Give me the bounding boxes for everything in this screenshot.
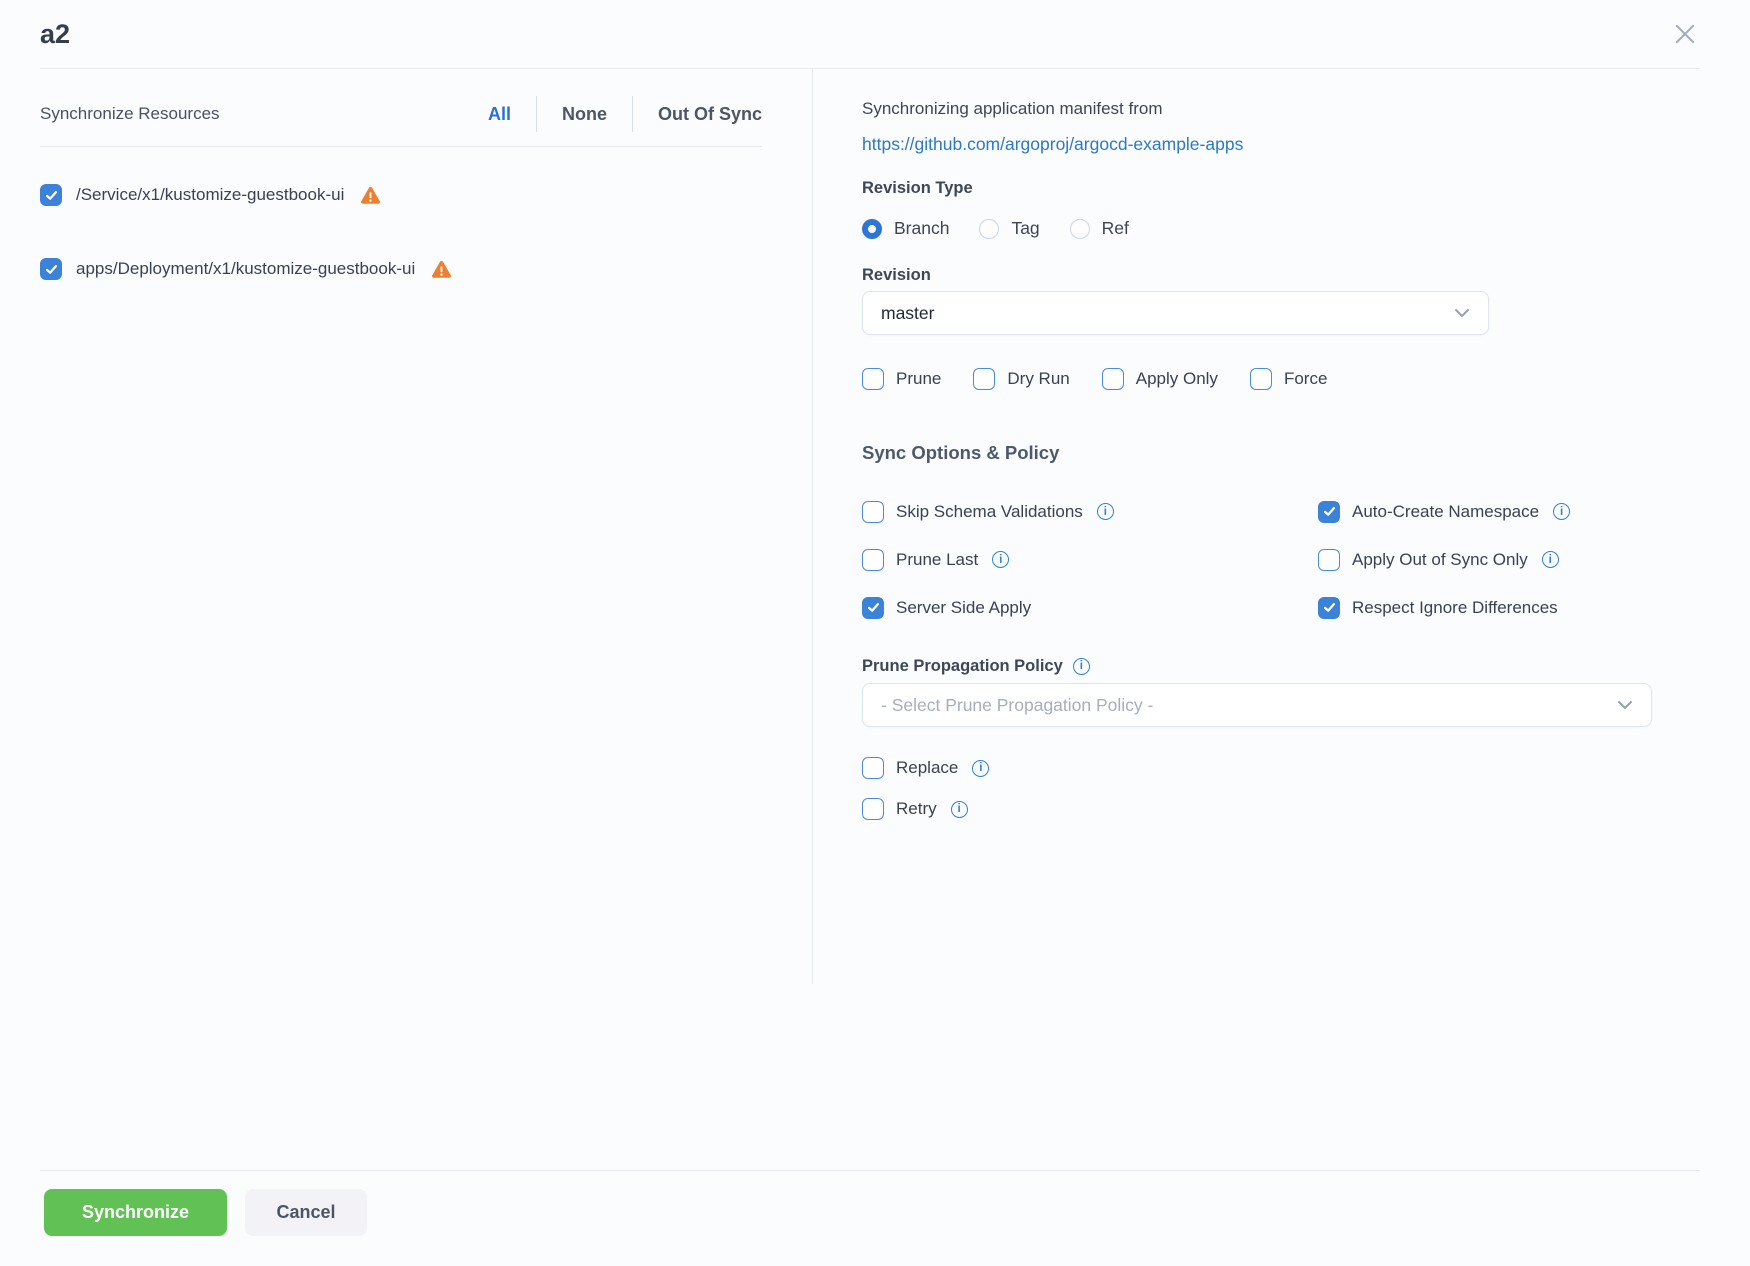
option-respect-ignore-differences[interactable]: Respect Ignore Differences: [1318, 595, 1652, 620]
revision-select[interactable]: master: [862, 291, 1489, 335]
filter-none[interactable]: None: [562, 104, 607, 125]
prune-propagation-policy-label: Prune Propagation Policy: [862, 655, 1063, 677]
chevron-down-icon: [1454, 308, 1470, 318]
resource-filters: All None Out Of Sync: [488, 102, 762, 126]
dialog-title: a2: [40, 14, 70, 54]
dialog-footer: Synchronize Cancel: [40, 1170, 1700, 1266]
warning-icon: [360, 186, 381, 205]
filter-all[interactable]: All: [488, 104, 511, 125]
radio-tag[interactable]: Tag: [979, 218, 1039, 239]
synchronize-resources-label: Synchronize Resources: [40, 104, 220, 124]
checkbox: [1318, 501, 1340, 523]
option-apply-out-of-sync-only[interactable]: Apply Out of Sync Only: [1318, 547, 1652, 572]
close-icon[interactable]: [1670, 19, 1700, 49]
resource-row: /Service/x1/kustomize-guestbook-ui: [40, 184, 762, 206]
flag-force[interactable]: Force: [1250, 368, 1327, 390]
manifest-label: Synchronizing application manifest from: [862, 97, 1652, 121]
revision-select-value: master: [881, 303, 934, 324]
checkbox: [862, 757, 884, 779]
manifest-url-link[interactable]: https://github.com/argoproj/argocd-examp…: [862, 132, 1243, 156]
flag-prune[interactable]: Prune: [862, 368, 941, 390]
prune-propagation-policy-row: Prune Propagation Policy: [862, 655, 1652, 677]
sync-options-grid: Skip Schema Validations Auto-Create Name…: [862, 499, 1652, 620]
radio-ref[interactable]: Ref: [1070, 218, 1129, 239]
checkbox: [973, 368, 995, 390]
radio-icon: [1070, 219, 1090, 239]
flag-apply-only[interactable]: Apply Only: [1102, 368, 1218, 390]
checkbox: [862, 597, 884, 619]
info-icon[interactable]: [1542, 551, 1559, 568]
warning-icon: [431, 260, 452, 279]
resources-panel: Synchronize Resources All None Out Of Sy…: [0, 69, 813, 984]
cancel-button[interactable]: Cancel: [245, 1189, 367, 1236]
resource-checkbox[interactable]: [40, 184, 62, 206]
checkbox: [1318, 549, 1340, 571]
checkbox: [1318, 597, 1340, 619]
resource-row: apps/Deployment/x1/kustomize-guestbook-u…: [40, 258, 762, 280]
info-icon[interactable]: [951, 801, 968, 818]
checkbox: [1250, 368, 1272, 390]
sync-flags: Prune Dry Run Apply Only Force: [862, 368, 1652, 390]
revision-type-options: Branch Tag Ref: [862, 218, 1652, 239]
checkbox: [862, 501, 884, 523]
chevron-down-icon: [1617, 700, 1633, 710]
revision-label: Revision: [862, 264, 1652, 286]
resource-name: apps/Deployment/x1/kustomize-guestbook-u…: [76, 259, 415, 279]
synchronize-button[interactable]: Synchronize: [44, 1189, 227, 1236]
prune-propagation-policy-select[interactable]: - Select Prune Propagation Policy -: [862, 683, 1652, 727]
option-retry[interactable]: Retry: [862, 798, 1652, 820]
info-icon[interactable]: [1553, 503, 1570, 520]
radio-icon: [979, 219, 999, 239]
prune-policy-placeholder: - Select Prune Propagation Policy -: [881, 695, 1153, 716]
sync-dialog: a2 Synchronize Resources All None Out Of…: [0, 0, 1750, 1266]
checkbox: [862, 368, 884, 390]
resource-name: /Service/x1/kustomize-guestbook-ui: [76, 185, 344, 205]
option-auto-create-namespace[interactable]: Auto-Create Namespace: [1318, 499, 1652, 524]
info-icon[interactable]: [992, 551, 1009, 568]
checkbox: [862, 798, 884, 820]
dialog-header: a2: [40, 0, 1700, 69]
radio-icon: [862, 219, 882, 239]
option-skip-schema-validations[interactable]: Skip Schema Validations: [862, 499, 1318, 524]
sync-settings-panel: Synchronizing application manifest from …: [813, 69, 1750, 820]
revision-type-label: Revision Type: [862, 177, 1652, 199]
filter-divider: [632, 96, 633, 132]
dialog-body: Synchronize Resources All None Out Of Sy…: [0, 69, 1750, 1170]
checkbox: [862, 549, 884, 571]
flag-dry-run[interactable]: Dry Run: [973, 368, 1069, 390]
resource-checkbox[interactable]: [40, 258, 62, 280]
sync-options-heading: Sync Options & Policy: [862, 441, 1652, 465]
filter-out-of-sync[interactable]: Out Of Sync: [658, 104, 762, 125]
radio-branch[interactable]: Branch: [862, 218, 949, 239]
filter-divider: [536, 96, 537, 132]
option-server-side-apply[interactable]: Server Side Apply: [862, 595, 1318, 620]
option-replace[interactable]: Replace: [862, 757, 1652, 779]
info-icon[interactable]: [972, 760, 989, 777]
option-prune-last[interactable]: Prune Last: [862, 547, 1318, 572]
checkbox: [1102, 368, 1124, 390]
info-icon[interactable]: [1073, 658, 1090, 675]
resources-header: Synchronize Resources All None Out Of Sy…: [40, 69, 762, 147]
info-icon[interactable]: [1097, 503, 1114, 520]
